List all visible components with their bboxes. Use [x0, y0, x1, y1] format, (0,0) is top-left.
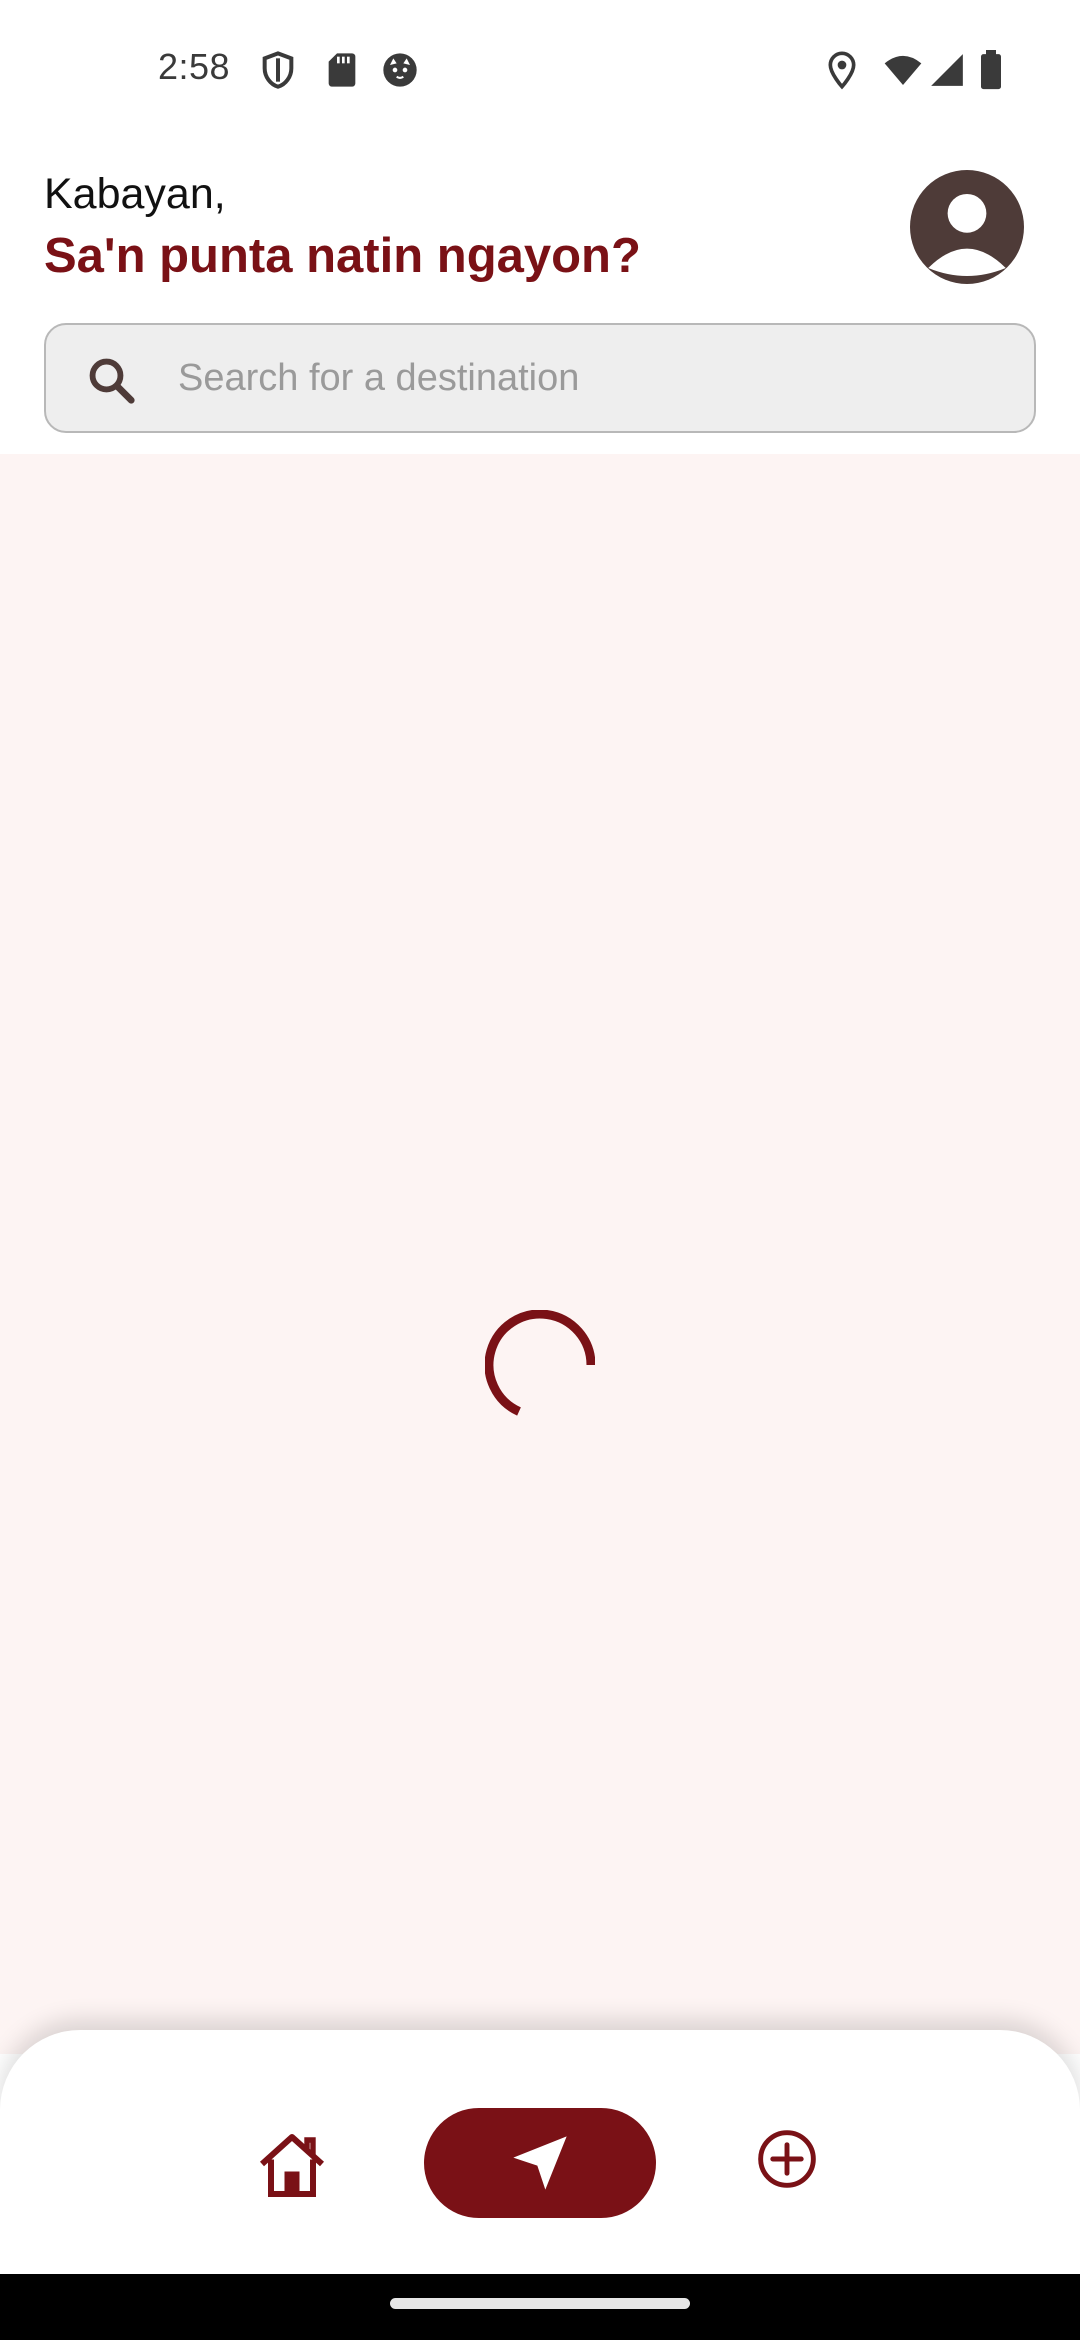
- content-area: [0, 454, 1080, 2054]
- status-time: 2:58: [158, 46, 231, 87]
- bottom-navigation: [0, 2030, 1080, 2274]
- app-screen: 2:58 Kabayan, Sa'n punta natin ngayon? S…: [0, 0, 1080, 2340]
- sd-card-icon: [328, 53, 356, 87]
- search-input[interactable]: [176, 325, 1016, 431]
- greeting-text: Kabayan,: [44, 170, 226, 218]
- battery-icon: [981, 50, 1001, 90]
- search-icon: [89, 358, 135, 404]
- home-gesture-handle[interactable]: [390, 2298, 690, 2309]
- cellular-signal-icon: [931, 54, 963, 86]
- search-bar[interactable]: [44, 323, 1036, 433]
- home-icon[interactable]: [256, 2128, 328, 2200]
- page-title: Sa'n punta natin ngayon?: [44, 229, 641, 283]
- loading-spinner-icon: [485, 1310, 595, 1416]
- wifi-icon: [884, 55, 922, 85]
- cat-face-icon: [383, 53, 417, 87]
- shield-icon: [262, 51, 294, 89]
- system-navigation-bar: [0, 2274, 1080, 2340]
- location-pin-icon: [828, 51, 856, 90]
- add-circle-icon[interactable]: [756, 2128, 818, 2190]
- account-circle-icon[interactable]: [910, 170, 1024, 284]
- navigation-arrow-icon: [513, 2136, 567, 2190]
- status-bar: 2:58: [0, 0, 1080, 140]
- navigate-button[interactable]: [424, 2108, 656, 2218]
